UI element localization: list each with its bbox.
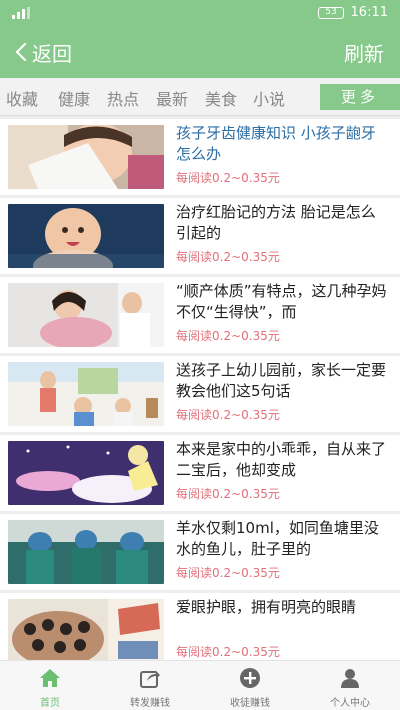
article-reward: 每阅读0.2~0.35元 [176,329,280,343]
app-header: 返回 刷新 [0,26,400,78]
nav-home[interactable]: 首页 [0,661,100,710]
article-reward: 每阅读0.2~0.35元 [176,408,280,422]
list-item[interactable]: “顺产体质”有特点，这几种孕妈不仅“生得快”，而 每阅读0.2~0.35元 [0,277,400,353]
list-item[interactable]: 孩子牙齿健康知识 小孩子龅牙怎么办 每阅读0.2~0.35元 [0,119,400,195]
tab-latest[interactable]: 最新 [156,86,188,110]
nav-share[interactable]: 转发赚钱 [100,661,200,710]
tab-health[interactable]: 健康 [58,86,90,110]
tab-novel[interactable]: 小说 [253,86,285,110]
nav-label: 转发赚钱 [130,698,170,709]
signal-icon [12,7,32,19]
list-item[interactable]: 爱眼护眼，拥有明亮的眼睛 每阅读0.2~0.35元 [0,593,400,660]
article-title: “顺产体质”有特点，这几种孕妈不仅“生得快”，而 [176,282,387,321]
article-title: 羊水仅剩10ml，如同鱼塘里没水的鱼儿，肚子里的 [176,519,379,558]
nav-label: 个人中心 [330,698,370,709]
article-thumbnail [8,125,164,189]
list-item[interactable]: 送孩子上幼儿园前，家长一定要教会他们这5句话 每阅读0.2~0.35元 [0,356,400,432]
article-title: 送孩子上幼儿园前，家长一定要教会他们这5句话 [176,361,387,400]
article-reward: 每阅读0.2~0.35元 [176,171,280,185]
article-reward: 每阅读0.2~0.35元 [176,487,280,501]
status-bar: 53 16:11 [0,0,400,26]
tab-food[interactable]: 美食 [205,86,237,110]
article-title: 治疗红胎记的方法 胎记是怎么引起的 [176,203,376,242]
back-button[interactable]: 返回 [14,38,72,66]
article-thumbnail [8,283,164,347]
share-icon [140,671,160,688]
article-reward: 每阅读0.2~0.35元 [176,250,280,264]
person-icon [341,669,359,688]
chevron-left-icon [15,42,27,62]
article-thumbnail [8,520,164,584]
article-title: 孩子牙齿健康知识 小孩子龅牙怎么办 [176,124,376,163]
nav-label: 收徒赚钱 [230,698,270,709]
article-thumbnail [8,441,164,505]
status-time: 16:11 [350,5,388,20]
article-thumbnail [8,204,164,268]
nav-recruit[interactable]: 收徒赚钱 [200,661,300,710]
home-icon [40,669,60,687]
list-item[interactable]: 治疗红胎记的方法 胎记是怎么引起的 每阅读0.2~0.35元 [0,198,400,274]
article-list: 孩子牙齿健康知识 小孩子龅牙怎么办 每阅读0.2~0.35元 治疗红胎记的方法 … [0,116,400,660]
back-label: 返回 [32,41,72,66]
article-title: 本来是家中的小乖乖，自从来了二宝后，他却变成 [176,440,387,479]
tab-favorites[interactable]: 收藏 [6,86,38,110]
article-reward: 每阅读0.2~0.35元 [176,566,280,580]
article-thumbnail [8,599,164,660]
nav-label: 首页 [40,698,60,709]
refresh-button[interactable]: 刷新 [344,38,384,67]
nav-profile[interactable]: 个人中心 [300,661,400,710]
category-tabs: 收藏 健康 热点 最新 美食 小说 更多 [0,78,400,116]
article-thumbnail [8,362,164,426]
battery-icon: 53 [318,7,344,19]
list-item[interactable]: 羊水仅剩10ml，如同鱼塘里没水的鱼儿，肚子里的 每阅读0.2~0.35元 [0,514,400,590]
article-reward: 每阅读0.2~0.35元 [176,645,280,659]
add-circle-icon [240,668,260,688]
tab-hot[interactable]: 热点 [107,86,139,110]
article-title: 爱眼护眼，拥有明亮的眼睛 [176,598,357,616]
bottom-nav: 首页 转发赚钱 收徒赚钱 个人中心 [0,660,400,710]
list-item[interactable]: 本来是家中的小乖乖，自从来了二宝后，他却变成 每阅读0.2~0.35元 [0,435,400,511]
more-button[interactable]: 更多 [320,84,400,110]
